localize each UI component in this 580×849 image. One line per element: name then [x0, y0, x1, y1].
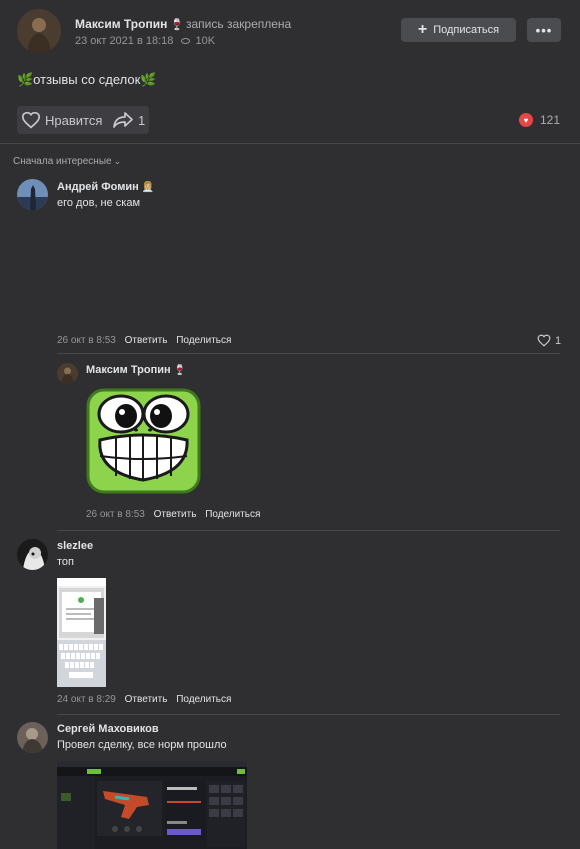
heart-outline-icon — [537, 334, 551, 347]
heart-reaction-icon: ♥ — [519, 113, 533, 127]
comment-author[interactable]: Андрей Фомин 👩🏼‍💼 — [57, 181, 154, 193]
share-button[interactable]: 1 — [110, 106, 149, 134]
author-avatar[interactable] — [17, 9, 61, 53]
plus-icon: + — [417, 21, 428, 38]
comment-date[interactable]: 24 окт в 8:29 — [57, 694, 116, 705]
comment-like-count: 1 — [555, 334, 562, 347]
share-arrow-icon — [113, 112, 133, 128]
share-comment-button[interactable]: Поделиться — [176, 335, 231, 346]
reply-button[interactable]: Ответить — [125, 335, 168, 346]
divider — [57, 530, 560, 531]
chevron-down-icon: ⌄ — [113, 156, 122, 166]
more-button[interactable]: ••• — [527, 18, 561, 42]
comment-footer: 24 окт в 8:29 Ответить Поделиться — [57, 694, 231, 705]
subscribe-button[interactable]: + Подписаться — [401, 18, 516, 42]
reply-button[interactable]: Ответить — [154, 509, 197, 520]
comment-like-button[interactable]: 1 — [537, 334, 561, 347]
post-header: Максим Тропин 🍷 запись закреплена 23 окт … — [17, 9, 563, 54]
divider — [57, 714, 560, 715]
comment-author[interactable]: Максим Тропин 🍷 — [86, 364, 186, 376]
sort-dropdown[interactable]: Сначала интересные ⌄ — [13, 156, 121, 167]
post-date[interactable]: 23 окт 2021 в 18:18 — [75, 35, 173, 47]
author-badge: 🍷 — [170, 19, 185, 31]
author-name[interactable]: Максим Тропин 🍷 — [75, 17, 184, 31]
comment-text: топ — [57, 556, 74, 568]
comment-avatar[interactable] — [57, 363, 78, 384]
pinned-label: запись закреплена — [186, 17, 292, 31]
share-comment-button[interactable]: Поделиться — [205, 509, 260, 520]
comment-footer: 26 окт в 8:53 Ответить Поделиться — [86, 509, 260, 520]
eye-icon — [181, 38, 191, 45]
comment-avatar[interactable] — [17, 539, 48, 570]
frog-sticker[interactable] — [86, 388, 201, 494]
like-label: Нравится — [45, 112, 103, 128]
attached-screenshot[interactable] — [57, 761, 247, 849]
heart-outline-icon — [21, 111, 41, 129]
attached-screenshot[interactable] — [57, 578, 106, 687]
more-icon: ••• — [535, 22, 553, 38]
author-badge: 👩🏼‍💼 — [141, 182, 155, 193]
reactions[interactable]: ♥ 121 — [519, 113, 560, 127]
author-badge: 🍷 — [173, 365, 187, 376]
comment-author[interactable]: Сергей Маховиков — [57, 723, 159, 735]
comment-text: его дов, не скам — [57, 197, 141, 209]
views-count: 10K — [195, 35, 216, 47]
comment-avatar[interactable] — [17, 179, 48, 210]
post-meta: 23 окт 2021 в 18:18 10K — [75, 35, 215, 47]
subscribe-label: Подписаться — [433, 24, 500, 36]
comment-date[interactable]: 26 окт в 8:53 — [57, 335, 116, 346]
comment-author[interactable]: slezlee — [57, 540, 93, 552]
divider — [0, 143, 580, 144]
reactions-count: 121 — [540, 113, 561, 127]
comment-date[interactable]: 26 окт в 8:53 — [86, 509, 145, 520]
comment-text: Провел сделку, все норм прошло — [57, 739, 227, 751]
divider — [57, 353, 560, 354]
comment-footer: 26 окт в 8:53 Ответить Поделиться — [57, 335, 231, 346]
share-comment-button[interactable]: Поделиться — [176, 694, 231, 705]
comment-avatar[interactable] — [17, 722, 48, 753]
like-button[interactable]: Нравится — [17, 106, 110, 134]
post-text: 🌿отзывы со сделок🌿 — [17, 72, 157, 87]
reply-button[interactable]: Ответить — [125, 694, 168, 705]
share-count: 1 — [138, 112, 146, 128]
